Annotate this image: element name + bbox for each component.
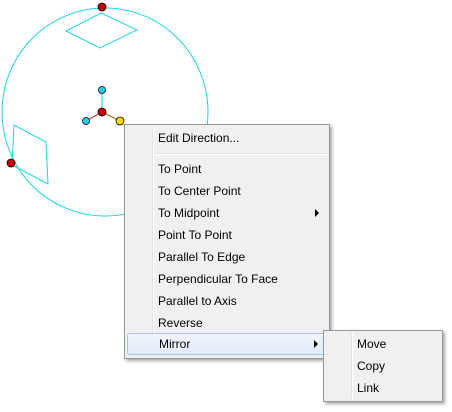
- menu-item-reverse[interactable]: Reverse: [127, 312, 327, 334]
- menu-item-label: Point To Point: [158, 228, 232, 242]
- submenu-item-copy[interactable]: Copy: [326, 355, 440, 377]
- menu-item-mirror[interactable]: Mirror: [127, 333, 327, 355]
- center-handle[interactable]: [97, 107, 107, 117]
- top-diamond-face: [64, 12, 139, 49]
- menu-item-to-center-point[interactable]: To Center Point: [127, 180, 327, 202]
- menu-item-edit-direction[interactable]: Edit Direction...: [127, 127, 327, 149]
- menu-item-parallel-to-edge[interactable]: Parallel To Edge: [127, 246, 327, 268]
- menu-item-point-to-point[interactable]: Point To Point: [127, 224, 327, 246]
- submenu-item-link[interactable]: Link: [326, 377, 440, 399]
- menu-item-label: Edit Direction...: [158, 131, 240, 145]
- top-handle[interactable]: [97, 2, 107, 12]
- mirror-submenu: Move Copy Link: [323, 330, 443, 402]
- menu-item-to-point[interactable]: To Point: [127, 158, 327, 180]
- menu-item-label: To Point: [158, 162, 202, 176]
- menu-item-label: Mirror: [159, 337, 191, 351]
- submenu-arrow-icon: [315, 209, 319, 217]
- axis-handle-top[interactable]: [98, 86, 106, 94]
- axis-handle-left[interactable]: [82, 117, 90, 125]
- left-handle[interactable]: [6, 158, 16, 168]
- menu-item-to-midpoint[interactable]: To Midpoint: [127, 202, 327, 224]
- menu-separator: [155, 153, 326, 155]
- menu-item-label: Move: [357, 337, 387, 351]
- menu-item-label: To Midpoint: [158, 206, 220, 220]
- menu-item-label: Parallel to Axis: [158, 294, 237, 308]
- left-face: [11, 124, 49, 185]
- menu-item-parallel-to-axis[interactable]: Parallel to Axis: [127, 290, 327, 312]
- submenu-arrow-icon: [314, 340, 318, 348]
- menu-item-label: To Center Point: [158, 184, 241, 198]
- axis-handle-right[interactable]: [115, 116, 125, 126]
- menu-item-label: Copy: [357, 359, 386, 373]
- submenu-item-move[interactable]: Move: [326, 333, 440, 355]
- menu-item-label: Link: [357, 381, 380, 395]
- menu-item-perpendicular-to-face[interactable]: Perpendicular To Face: [127, 268, 327, 290]
- menu-item-label: Parallel To Edge: [158, 250, 246, 264]
- menu-item-label: Reverse: [158, 316, 203, 330]
- menu-item-label: Perpendicular To Face: [158, 272, 278, 286]
- context-menu: Edit Direction... To Point To Center Poi…: [124, 124, 330, 359]
